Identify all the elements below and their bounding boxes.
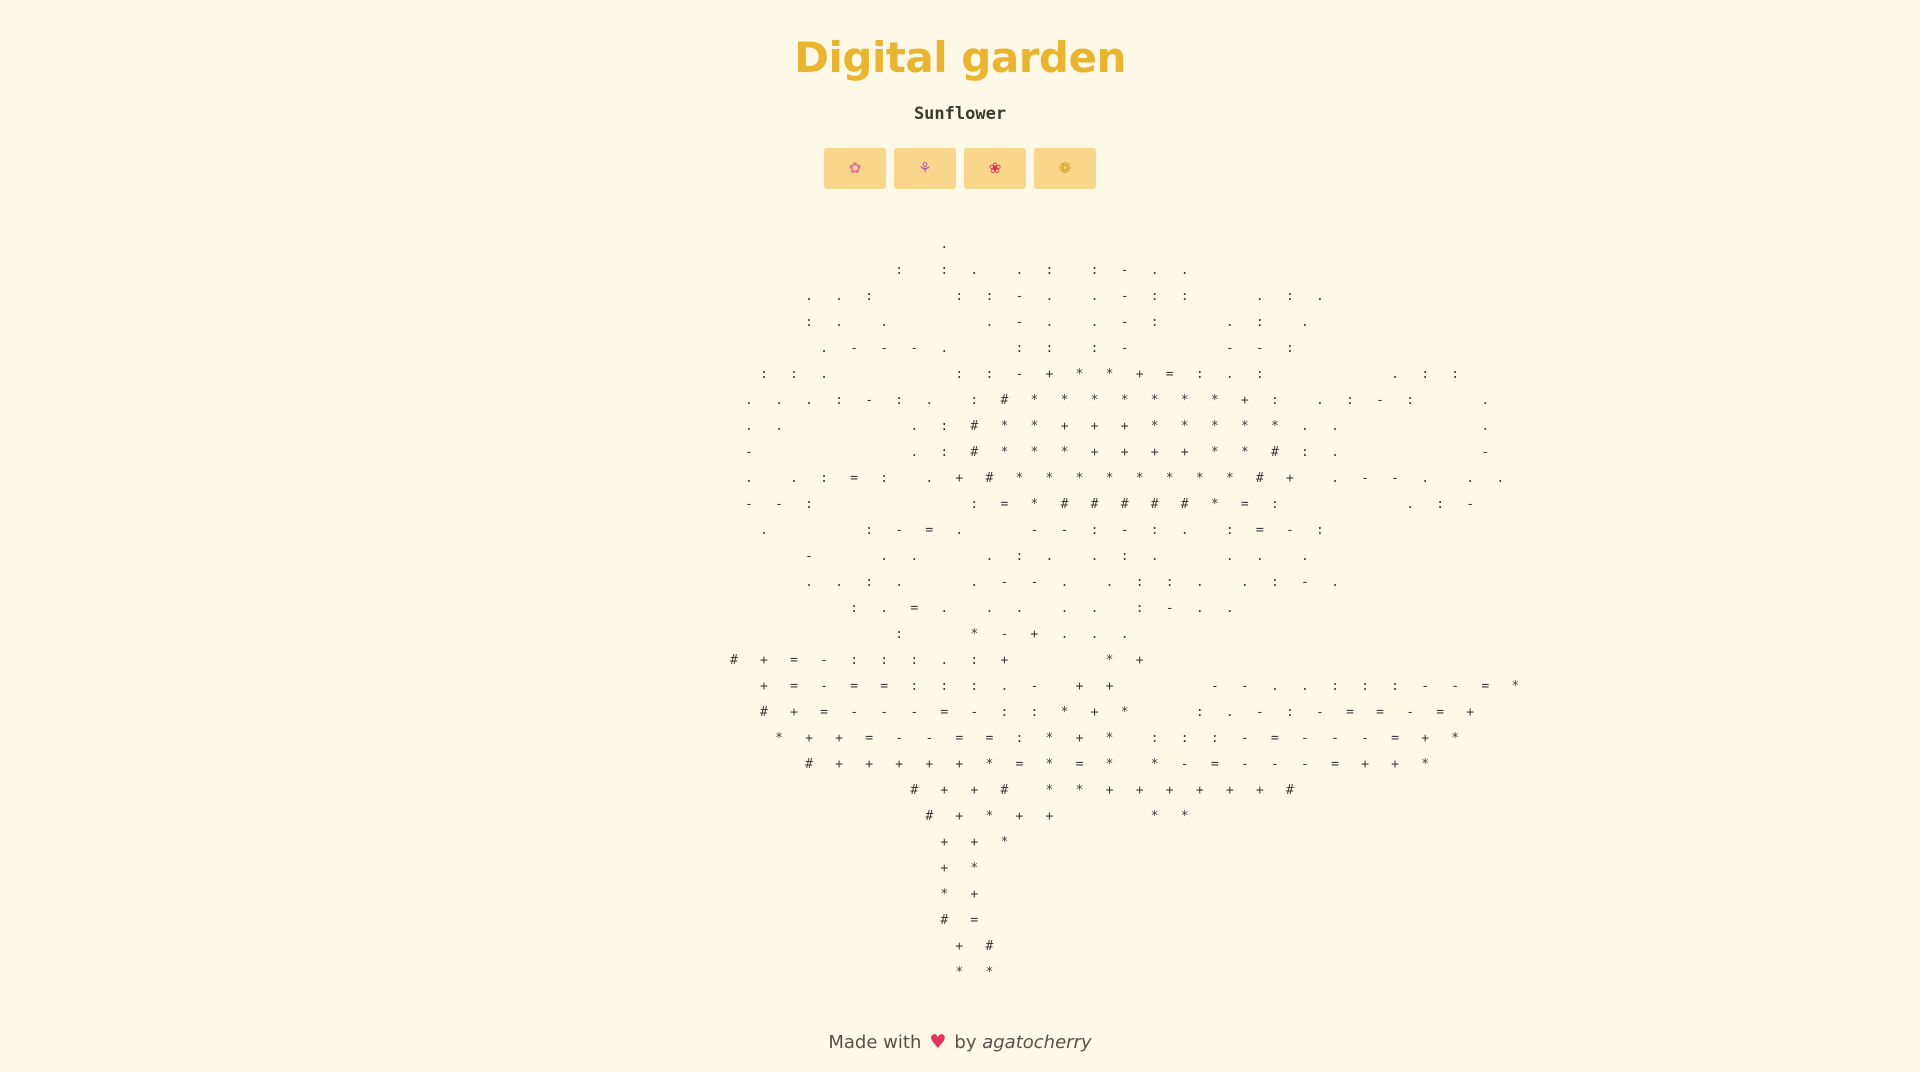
heart-icon: ♥	[929, 1031, 947, 1053]
cherry-blossom-button[interactable]: ✿	[824, 148, 886, 189]
ascii-art-line: : . . . - . . - : . : .	[730, 315, 1317, 330]
cherry-blossom-icon: ✿	[848, 159, 862, 177]
ascii-art-line: . . : . . - - . . : : . . : - .	[730, 575, 1347, 590]
page-title: Digital garden	[794, 33, 1126, 82]
ascii-art-line: * +	[730, 887, 986, 902]
ascii-art-line: . . . : # * * + + + * * * * * . . .	[730, 419, 1497, 434]
ascii-art-line: . : - = . - - : - : . : = - :	[730, 523, 1332, 538]
ascii-art-line: # + + # * * + + + + + + #	[730, 783, 1302, 798]
ascii-art-line: # + * + + * *	[730, 809, 1196, 824]
ascii-art-line: : * - + . . .	[730, 627, 1136, 642]
rose-icon: ❀	[988, 159, 1002, 177]
sunflower-icon: ❁	[1058, 159, 1072, 177]
ascii-art-line: # + = - - - = - : : * + * : . - : - = = …	[730, 705, 1482, 720]
ascii-art-line: .	[730, 237, 956, 252]
ascii-art-line: # =	[730, 913, 986, 928]
ascii-art-line: - - : : = * # # # # # * = : . : -	[730, 497, 1482, 512]
ascii-art-line: * *	[730, 965, 1001, 980]
ascii-art-line: . - - - . : : : - - - :	[730, 341, 1302, 356]
sunflower-button[interactable]: ❁	[1034, 148, 1096, 189]
ascii-art-line: + + *	[730, 835, 1016, 850]
footer: Made with ♥ by agatocherry	[0, 1029, 1920, 1056]
selected-flower-name: Sunflower	[913, 104, 1007, 124]
ascii-art-line: : . = . . . . . : - . .	[730, 601, 1241, 616]
ascii-art-line: : : . : : - + * * + = : . : . : :	[730, 367, 1467, 382]
ascii-art-line: + = - = = : : : . - + + - - . . : : : - …	[730, 679, 1527, 694]
footer-by: by	[954, 1032, 977, 1053]
ascii-flower-art: . : : . . : : - . . . . : : : - . . - : …	[730, 232, 1526, 986]
ascii-art-line: . . . : - : . : # * * * * * * * + : . : …	[730, 393, 1497, 408]
ascii-art-line: + #	[730, 939, 1001, 954]
ascii-art-line: # + = - : : : . : + * +	[730, 653, 1151, 668]
author-link[interactable]: agatocherry	[982, 1032, 1091, 1053]
ascii-art-line: # + + + + + * = * = * * - = - - - = + + …	[730, 757, 1437, 772]
ascii-art-line: . . : = : . + # * * * * * * * * # + . - …	[730, 471, 1512, 486]
footer-made-with: Made with	[828, 1032, 922, 1053]
ascii-art-line: . . : : : - . . - : : . : .	[730, 289, 1332, 304]
ascii-art-line: - . : # * * * + + + + * * # : . -	[730, 445, 1497, 460]
ascii-art-line: - . . . : . . : . . . .	[730, 549, 1317, 564]
tulip-icon: ⚘	[918, 159, 932, 177]
tulip-button[interactable]: ⚘	[894, 148, 956, 189]
ascii-art-line: + *	[730, 861, 986, 876]
ascii-art-line: * + + = - - = = : * + * : : : - = - - - …	[730, 731, 1467, 746]
rose-button[interactable]: ❀	[964, 148, 1026, 189]
flower-selector: ✿ ⚘ ❀ ❁	[0, 148, 1920, 189]
ascii-art-line: : : . . : : - . .	[730, 263, 1196, 278]
